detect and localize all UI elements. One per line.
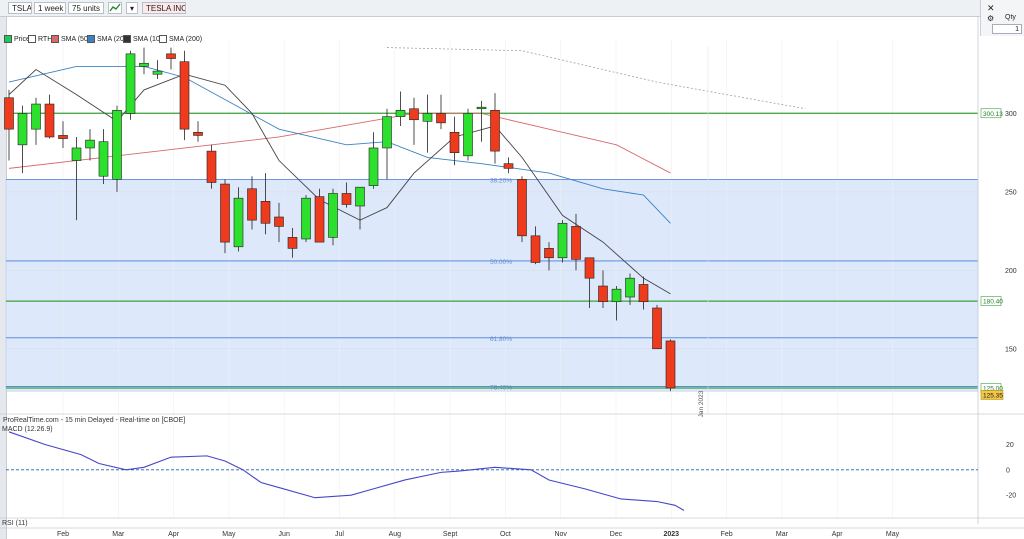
candle-up <box>422 113 433 122</box>
candle-up <box>395 110 406 117</box>
x-tick-label: Apr <box>832 531 844 538</box>
candle-up <box>625 277 635 298</box>
macd-tick-label: 0 <box>1006 467 1010 474</box>
x-tick-label: Jun <box>279 531 290 538</box>
candle-down <box>247 188 257 221</box>
x-tick-label: 2023 <box>664 531 680 538</box>
candle-down <box>652 307 662 350</box>
candle-down <box>4 97 14 130</box>
candle-down <box>193 131 203 136</box>
candle-down <box>44 103 55 138</box>
price-tick-label: 250 <box>1005 189 1017 196</box>
x-tick-label: Jul <box>335 531 344 538</box>
candle-down <box>584 257 595 279</box>
candle-up <box>557 222 568 259</box>
candle-down <box>598 285 608 303</box>
candle-down <box>638 284 649 303</box>
candle-down <box>206 150 217 183</box>
candle-up <box>125 53 136 114</box>
candle-up <box>611 288 622 303</box>
vertical-date-label: Jan 2023 <box>698 390 705 417</box>
candle-down <box>166 53 176 59</box>
x-tick-label: May <box>886 531 900 538</box>
candle-up <box>152 70 163 75</box>
x-tick-label: Oct <box>500 531 511 538</box>
candle-down <box>260 201 271 224</box>
price-tick-label: 200 <box>1005 268 1017 275</box>
candle-down <box>179 61 190 130</box>
candle-down <box>341 193 352 205</box>
candle-up <box>71 147 82 161</box>
x-tick-label: Nov <box>554 531 567 538</box>
fib-label: 50.00% <box>490 259 512 266</box>
candle-up <box>368 147 379 186</box>
candle-up <box>382 116 392 149</box>
price-tick-label: 300 <box>1005 111 1017 118</box>
x-tick-label: May <box>222 531 236 538</box>
macd-tick-label: -20 <box>1006 493 1016 500</box>
candle-down <box>287 237 298 249</box>
candle-down <box>665 340 676 389</box>
candle-down <box>409 108 419 121</box>
x-tick-label: Sept <box>443 531 457 538</box>
candle-up <box>85 139 95 149</box>
candle-down <box>490 110 500 152</box>
macd-tick-label: 20 <box>1006 442 1014 449</box>
x-tick-label: Mar <box>776 531 789 538</box>
sma200-line <box>386 47 806 110</box>
candle-up <box>233 197 244 248</box>
last-price-label: 125.35 <box>983 392 1003 399</box>
candle-up <box>112 110 122 180</box>
candle-up <box>463 113 473 157</box>
candle-down <box>530 235 541 263</box>
fib-label: 61.80% <box>490 336 512 343</box>
candle-up <box>17 113 28 146</box>
candle-up <box>301 197 311 240</box>
candle-up <box>139 62 149 67</box>
fib-zone <box>5 179 979 392</box>
x-tick-label: Dec <box>610 531 623 538</box>
macd-label: MACD (12.26.9) <box>2 426 53 433</box>
candle-down <box>220 183 230 243</box>
candle-down <box>571 226 581 260</box>
rsi-label: RSI (11) <box>2 520 28 527</box>
x-tick-label: Aug <box>389 531 402 538</box>
candle-down <box>274 216 284 227</box>
candle-down <box>58 135 68 139</box>
level-label: 180.40 <box>983 299 1003 306</box>
x-tick-label: Feb <box>57 531 69 538</box>
candle-up <box>98 141 109 177</box>
x-tick-label: Feb <box>721 531 733 538</box>
x-tick-label: Mar <box>112 531 125 538</box>
candle-down <box>503 163 514 169</box>
candle-down <box>517 179 527 237</box>
candle-down <box>449 131 460 153</box>
candle-up <box>328 193 338 238</box>
candle-up <box>31 103 41 130</box>
candle-up <box>476 106 487 110</box>
fib-label: 38.20% <box>490 177 512 184</box>
candle-up <box>355 186 365 207</box>
macd-line <box>8 431 685 511</box>
candle-down <box>544 248 554 259</box>
x-tick-label: Apr <box>168 531 180 538</box>
candle-down <box>314 196 325 243</box>
candle-down <box>436 113 446 124</box>
realtime-note: ProRealTime.com - 15 min Delayed - Real-… <box>3 417 186 424</box>
price-chart[interactable]: 38.20%50.00%61.80%76.40%300.13180.40125.… <box>0 0 1024 539</box>
level-label: 300.13 <box>983 111 1003 118</box>
price-tick-label: 150 <box>1005 346 1017 353</box>
